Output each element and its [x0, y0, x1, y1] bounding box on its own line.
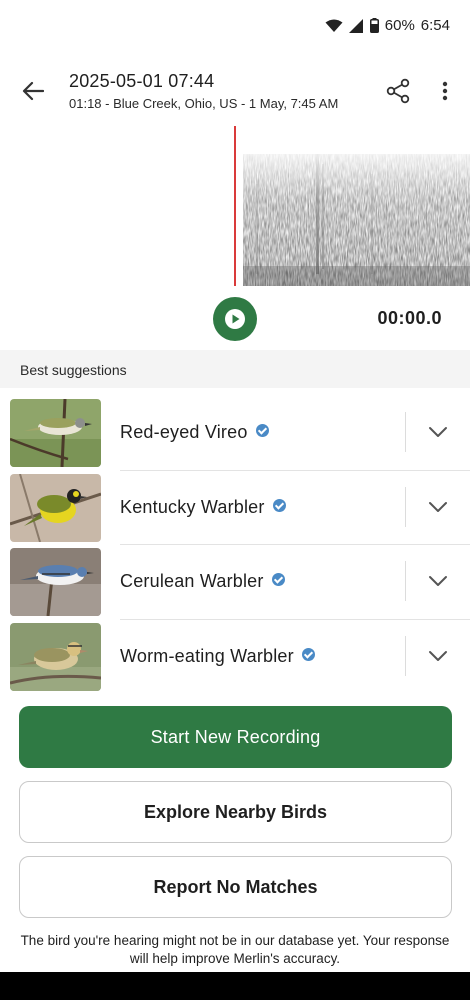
arrow-back-icon — [22, 81, 44, 101]
verified-check-icon — [255, 424, 269, 437]
verified-check-icon — [272, 498, 286, 512]
expand-button[interactable] — [424, 420, 452, 444]
species-name: Cerulean Warbler — [120, 571, 264, 591]
recording-title: 2025-05-01 07:44 — [69, 71, 215, 91]
playback-time: 00:00.0 — [377, 308, 442, 328]
recording-header: 2025-05-01 07:44 01:18 - Blue Creek, Ohi… — [0, 62, 470, 120]
spectrogram — [243, 154, 470, 286]
back-button[interactable] — [18, 76, 48, 106]
divider — [405, 635, 406, 676]
more-options-button[interactable] — [432, 76, 458, 106]
bird-photo — [10, 622, 101, 691]
bird-photo — [10, 473, 101, 542]
play-icon — [225, 309, 245, 329]
chevron-down-icon — [429, 650, 447, 661]
report-no-matches-button[interactable]: Report No Matches — [19, 856, 452, 918]
suggestions-header: Best suggestions — [0, 350, 470, 388]
clock: 6:54 — [420, 17, 450, 34]
expand-button[interactable] — [424, 644, 452, 668]
playhead[interactable] — [234, 126, 236, 286]
battery-level: 60% — [384, 17, 415, 34]
recording-subtitle: 01:18 - Blue Creek, Ohio, US - 1 May, 7:… — [69, 96, 339, 111]
divider — [405, 486, 406, 527]
species-name: Kentucky Warbler — [120, 496, 265, 517]
chevron-down-icon — [429, 576, 447, 586]
share-icon — [386, 78, 410, 104]
explore-nearby-birds-button[interactable]: Explore Nearby Birds — [19, 781, 452, 843]
species-name: Worm-eating Warbler — [120, 645, 294, 666]
status-indicators: 60% 6:54 — [325, 17, 450, 34]
suggestions-heading: Best suggestions — [20, 362, 127, 378]
wifi-icon — [325, 19, 343, 33]
species-row-kentucky-warbler[interactable]: Kentucky Warbler — [0, 471, 470, 545]
chevron-down-icon — [429, 501, 447, 512]
chevron-down-icon — [429, 427, 447, 437]
species-list: Red-eyed Vireo Kentucky Warbler Cerulean… — [0, 396, 470, 694]
verified-check-icon — [301, 647, 315, 661]
species-row-worm-eating-warbler[interactable]: Worm-eating Warbler — [0, 620, 470, 695]
species-row-red-eyed-vireo[interactable]: Red-eyed Vireo — [0, 396, 470, 471]
more-vert-icon — [442, 81, 448, 101]
spectrogram-viewer[interactable] — [0, 126, 470, 288]
play-button[interactable] — [213, 297, 257, 341]
bird-photo — [10, 399, 101, 467]
species-name: Red-eyed Vireo — [120, 422, 248, 442]
home-gesture-handle[interactable] — [175, 982, 295, 988]
expand-button[interactable] — [424, 569, 452, 593]
cell-signal-icon — [348, 18, 364, 33]
share-button[interactable] — [383, 76, 413, 106]
bird-photo — [10, 548, 101, 616]
status-bar: 60% 6:54 — [0, 0, 470, 56]
expand-button[interactable] — [424, 495, 452, 519]
system-nav-bar — [0, 972, 470, 1000]
species-row-cerulean-warbler[interactable]: Cerulean Warbler — [0, 545, 470, 620]
footnote-text: The bird you're hearing might not be in … — [20, 933, 450, 966]
divider — [405, 561, 406, 601]
verified-check-icon — [271, 573, 285, 586]
start-new-recording-button[interactable]: Start New Recording — [19, 706, 452, 768]
battery-icon — [369, 18, 379, 33]
divider — [405, 412, 406, 452]
